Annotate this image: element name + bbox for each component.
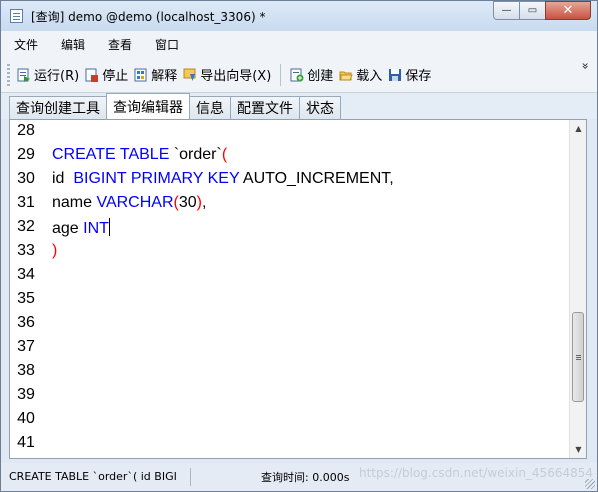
sql-paren: ) [52, 242, 58, 259]
line-number: 29 [17, 146, 35, 163]
line-number-gutter: 28 29 30 31 32 33 34 35 36 37 38 39 40 41 [10, 120, 42, 458]
sql-keyword: VARCHAR [96, 194, 174, 211]
export-wizard-button[interactable]: 导出向导(X) [180, 63, 274, 87]
explain-button[interactable]: 解释 [131, 63, 180, 87]
window-title: [查询] demo @demo (localhost_3306) * [31, 9, 266, 24]
sql-paren: ( [221, 146, 228, 163]
code-line[interactable]: id BIGINT PRIMARY KEY AUTO_INCREMENT, [52, 170, 394, 188]
open-folder-icon [339, 68, 354, 82]
restore-button[interactable]: ▭ [519, 1, 546, 20]
sql-token: 30 [178, 194, 197, 211]
line-number: 28 [17, 122, 35, 139]
toolbar-overflow-button[interactable]: » [578, 61, 593, 71]
minimize-button[interactable]: — [493, 1, 520, 20]
chevron-right-icon: » [578, 62, 593, 70]
sql-keyword: BIGINT PRIMARY KEY [73, 170, 243, 187]
watermark-text: https://blog.csdn.net/weixin_45664854 [358, 466, 593, 480]
toolbar: 运行(R) 停止 解释 导出向导(X) 创建 载入 保存 » [1, 57, 597, 93]
create-icon [290, 68, 304, 82]
tab-query-editor[interactable]: 查询编辑器 [106, 93, 190, 119]
create-button[interactable]: 创建 [287, 63, 336, 87]
line-number: 32 [17, 218, 35, 235]
scroll-down-arrow-icon[interactable]: ▼ [570, 441, 586, 458]
explain-icon [134, 68, 148, 82]
menu-edit[interactable]: 编辑 [51, 36, 95, 53]
save-button[interactable]: 保存 [385, 63, 434, 87]
line-number: 31 [17, 194, 35, 211]
line-number: 37 [17, 338, 35, 355]
save-label: 保存 [405, 69, 432, 84]
text-cursor [108, 218, 110, 236]
resize-grip[interactable] [585, 479, 595, 489]
load-button[interactable]: 载入 [336, 63, 385, 87]
sql-token: name [52, 194, 97, 211]
line-number: 36 [17, 314, 35, 331]
tab-profile[interactable]: 配置文件 [230, 96, 300, 119]
run-icon [17, 68, 31, 82]
close-button[interactable]: ✕ [545, 1, 591, 20]
sql-token: id [52, 170, 74, 187]
tab-bar: 查询创建工具 查询编辑器 信息 配置文件 状态 [1, 93, 597, 119]
create-label: 创建 [307, 69, 334, 84]
sql-keyword: INT [83, 220, 109, 237]
status-sql-preview: CREATE TABLE `order`( id BIGI [1, 468, 191, 486]
code-line[interactable]: CREATE TABLE `order`( [52, 146, 227, 164]
sql-keyword: CREATE TABLE [52, 146, 174, 163]
stop-button[interactable]: 停止 [82, 63, 131, 87]
run-label: 运行(R) [34, 69, 80, 84]
scrollbar-thumb[interactable] [572, 312, 584, 403]
tab-info[interactable]: 信息 [189, 96, 231, 119]
tab-status[interactable]: 状态 [299, 96, 341, 119]
menu-window[interactable]: 窗口 [145, 36, 189, 53]
vertical-scrollbar[interactable]: ▲ ▼ [569, 120, 586, 458]
line-number: 39 [17, 386, 35, 403]
code-line[interactable]: age INT [52, 218, 110, 238]
scroll-up-arrow-icon[interactable]: ▲ [570, 120, 586, 137]
explain-label: 解释 [151, 69, 178, 84]
line-number: 34 [17, 266, 35, 283]
toolbar-grip[interactable] [7, 63, 10, 86]
window-controls: — ▭ ✕ [493, 1, 591, 20]
sql-token: age [52, 220, 84, 237]
tab-query-builder[interactable]: 查询创建工具 [9, 96, 107, 119]
query-document-icon [9, 8, 25, 24]
sql-token: , [201, 194, 207, 211]
sql-token: `order` [173, 146, 222, 163]
line-number: 41 [17, 434, 35, 451]
code-line[interactable]: ) [52, 242, 57, 260]
line-number: 30 [17, 170, 35, 187]
line-number: 40 [17, 410, 35, 427]
line-number: 38 [17, 362, 35, 379]
run-button[interactable]: 运行(R) [14, 63, 82, 87]
load-label: 载入 [356, 69, 383, 84]
stop-label: 停止 [102, 69, 129, 84]
query-window: [查询] demo @demo (localhost_3306) * — ▭ ✕… [0, 0, 598, 492]
code-line[interactable]: name VARCHAR(30), [52, 194, 206, 212]
menu-file[interactable]: 文件 [4, 36, 48, 53]
menu-bar: 文件 编辑 查看 窗口 [1, 31, 597, 57]
menu-view[interactable]: 查看 [98, 36, 142, 53]
stop-icon [85, 68, 99, 82]
sql-token: AUTO_INCREMENT, [242, 170, 394, 187]
line-number: 35 [17, 290, 35, 307]
save-icon [388, 68, 402, 82]
title-bar[interactable]: [查询] demo @demo (localhost_3306) * — ▭ ✕ [1, 1, 597, 31]
sql-editor[interactable]: 28 29 30 31 32 33 34 35 36 37 38 39 40 41 CREATE TABL… [9, 119, 587, 459]
line-number: 33 [17, 242, 35, 259]
status-query-time: 查询时间: 0.000s [261, 471, 350, 484]
toolbar-separator [280, 63, 282, 86]
export-icon [183, 68, 197, 82]
export-wizard-label: 导出向导(X) [200, 69, 272, 84]
